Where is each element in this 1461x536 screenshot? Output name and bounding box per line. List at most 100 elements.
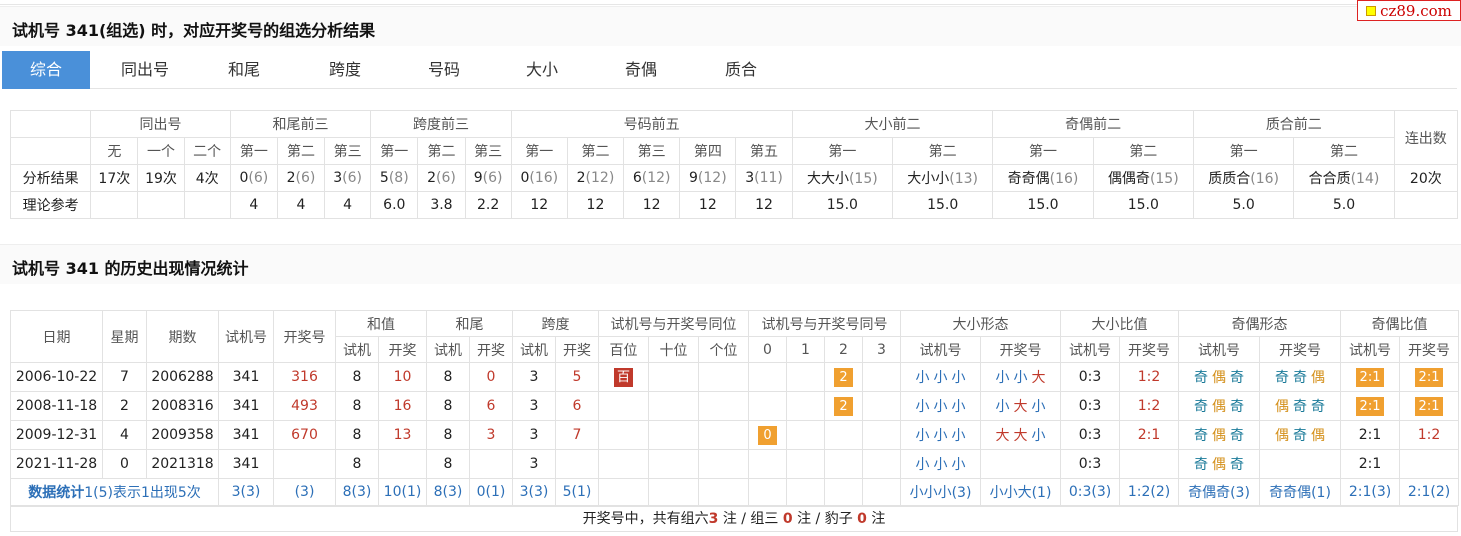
result-count: (6)	[435, 170, 456, 186]
span-trial-cell: 3	[512, 391, 556, 421]
logo-text: cz89.com	[1380, 1, 1452, 20]
result-value: 3	[333, 170, 343, 186]
week-cell: 2	[102, 391, 147, 421]
parity-shape-trial-cell: 奇偶奇	[1178, 420, 1261, 450]
sub-header: 第二	[417, 137, 466, 165]
result-value: 19次	[145, 171, 177, 187]
tab-daxiao[interactable]: 大小	[504, 51, 580, 89]
same-position-cell	[648, 391, 699, 421]
sub-header: 第二	[566, 137, 625, 165]
top-divider	[0, 4, 1461, 5]
footer-count-baozi: 0	[857, 511, 867, 527]
tab-tongchuhao[interactable]: 同出号	[100, 51, 190, 89]
shape-char: 小	[951, 457, 966, 473]
span-draw-cell: 6	[555, 391, 599, 421]
corner-cell	[9, 110, 92, 138]
date-cell: 2006-10-22	[10, 362, 103, 392]
same-digit-cell	[786, 420, 826, 450]
size-ratio-trial-cell: 0:3	[1060, 362, 1121, 392]
same-digit-cell	[862, 449, 902, 479]
parity-ratio-trial-cell: 2:1	[1340, 391, 1401, 421]
result-count: (6)	[342, 170, 363, 186]
tab-zonghe[interactable]: 综合	[2, 51, 90, 89]
shape-char: 小	[915, 457, 930, 473]
same-digit-cell	[786, 449, 826, 479]
sub-header: 第二	[1293, 137, 1395, 165]
same-digit-cell	[748, 362, 788, 392]
same-digit-cell	[786, 391, 826, 421]
footer-count-zu6: 3	[708, 511, 719, 527]
history-sub-header: 开奖	[378, 336, 427, 363]
sub-header: 第四	[679, 137, 737, 165]
reference-cell: 2.2	[464, 191, 512, 219]
parity-shape-trial-cell: 奇偶奇	[1178, 391, 1261, 421]
history-group-header-row: 日期 星期 期数 试机号 开奖号 和值 和尾 跨度 试机号与开奖号同位 试机号与开奖号同号 大小形态…	[10, 310, 1460, 363]
footer-count-zu3: 0	[782, 511, 793, 527]
tab-jiou[interactable]: 奇偶	[602, 51, 680, 89]
tab-kuadu[interactable]: 跨度	[306, 51, 384, 89]
logo-mark-icon	[1366, 5, 1377, 16]
summary-cell: 5(1)	[555, 478, 599, 506]
summary-cell	[697, 478, 750, 506]
sumtail-draw-cell: 0	[469, 362, 513, 392]
group-header: 大小前二	[791, 110, 994, 138]
tab-haoma[interactable]: 号码	[406, 51, 482, 89]
same-digit-cell	[862, 362, 902, 392]
size-shape-draw-cell: 小大小	[980, 391, 1062, 421]
result-count: (14)	[1350, 171, 1380, 187]
summary-label[interactable]: 数据统计	[28, 485, 84, 501]
reference-cell: 4	[324, 191, 372, 219]
history-header: 星期	[102, 310, 147, 363]
result-count: (11)	[754, 170, 783, 186]
size-ratio-draw-cell: 1:2	[1119, 362, 1180, 392]
size-shape-trial-cell: 小小小	[900, 420, 982, 450]
sub-header: 二个	[183, 137, 231, 165]
span-trial-cell: 3	[512, 449, 556, 479]
result-cell: 2(12)	[566, 164, 625, 192]
shape-char: 小	[1031, 399, 1046, 415]
same-digit-cell	[862, 420, 902, 450]
span-draw-cell	[555, 449, 599, 479]
group-header: 奇偶前二	[992, 110, 1194, 138]
history-sub-header: 开奖号	[980, 336, 1062, 363]
same-digit-cell	[748, 449, 788, 479]
tab-zhihe[interactable]: 质合	[702, 51, 780, 89]
sub-header: 第三	[623, 137, 681, 165]
result-count: (16)	[1049, 171, 1079, 187]
result-value: 偶偶奇	[1107, 171, 1150, 187]
date-cell: 2008-11-18	[10, 391, 103, 421]
summary-cell: 小小小(3)	[900, 478, 982, 506]
result-value: 6	[632, 170, 642, 186]
week-cell: 0	[102, 449, 147, 479]
date-cell: 2021-11-28	[10, 449, 103, 479]
tab-hewei[interactable]: 和尾	[208, 51, 280, 89]
summary-cell: 8(3)	[426, 478, 470, 506]
site-logo[interactable]: cz89.com	[1357, 0, 1461, 21]
same-digit-cell: 2	[824, 391, 864, 421]
same-digit-cell	[748, 391, 788, 421]
result-value: 3	[745, 170, 755, 186]
sub-header: 第一	[229, 137, 278, 165]
sum-trial-cell: 8	[335, 362, 379, 392]
result-cell: 大小小(13)	[891, 164, 994, 192]
shape-char: 奇	[1230, 428, 1245, 444]
reference-cell: 15.0	[992, 191, 1094, 219]
result-value: 9	[473, 170, 483, 186]
shape-char: 偶	[1212, 399, 1227, 415]
sub-header: 第三	[464, 137, 512, 165]
result-cell: 9(12)	[679, 164, 737, 192]
tab-bar: 综合 同出号 和尾 跨度 号码 大小 奇偶 质合	[2, 51, 1457, 89]
summary-cell: 2:1(3)	[1340, 478, 1401, 506]
size-shape-trial-cell: 小小小	[900, 362, 982, 392]
group-header: 同出号	[90, 110, 231, 138]
summary-cell: 3(3)	[512, 478, 556, 506]
summary-row: 数据统计1(5)表示1出现5次 3(3) (3) 8(3) 10(1) 8(3) 0(1) 3…	[10, 478, 1460, 506]
same-position-cell	[648, 449, 699, 479]
summary-cell: 3(3)	[218, 478, 274, 506]
history-header: 日期	[10, 310, 103, 363]
history-group-header: 奇偶形态	[1178, 310, 1342, 337]
history-sub-header: 开奖号	[1119, 336, 1180, 363]
issue-cell: 2006288	[146, 362, 219, 392]
draw-number-cell: 316	[273, 362, 336, 392]
parity-ratio-badge: 2:1	[1415, 396, 1444, 416]
